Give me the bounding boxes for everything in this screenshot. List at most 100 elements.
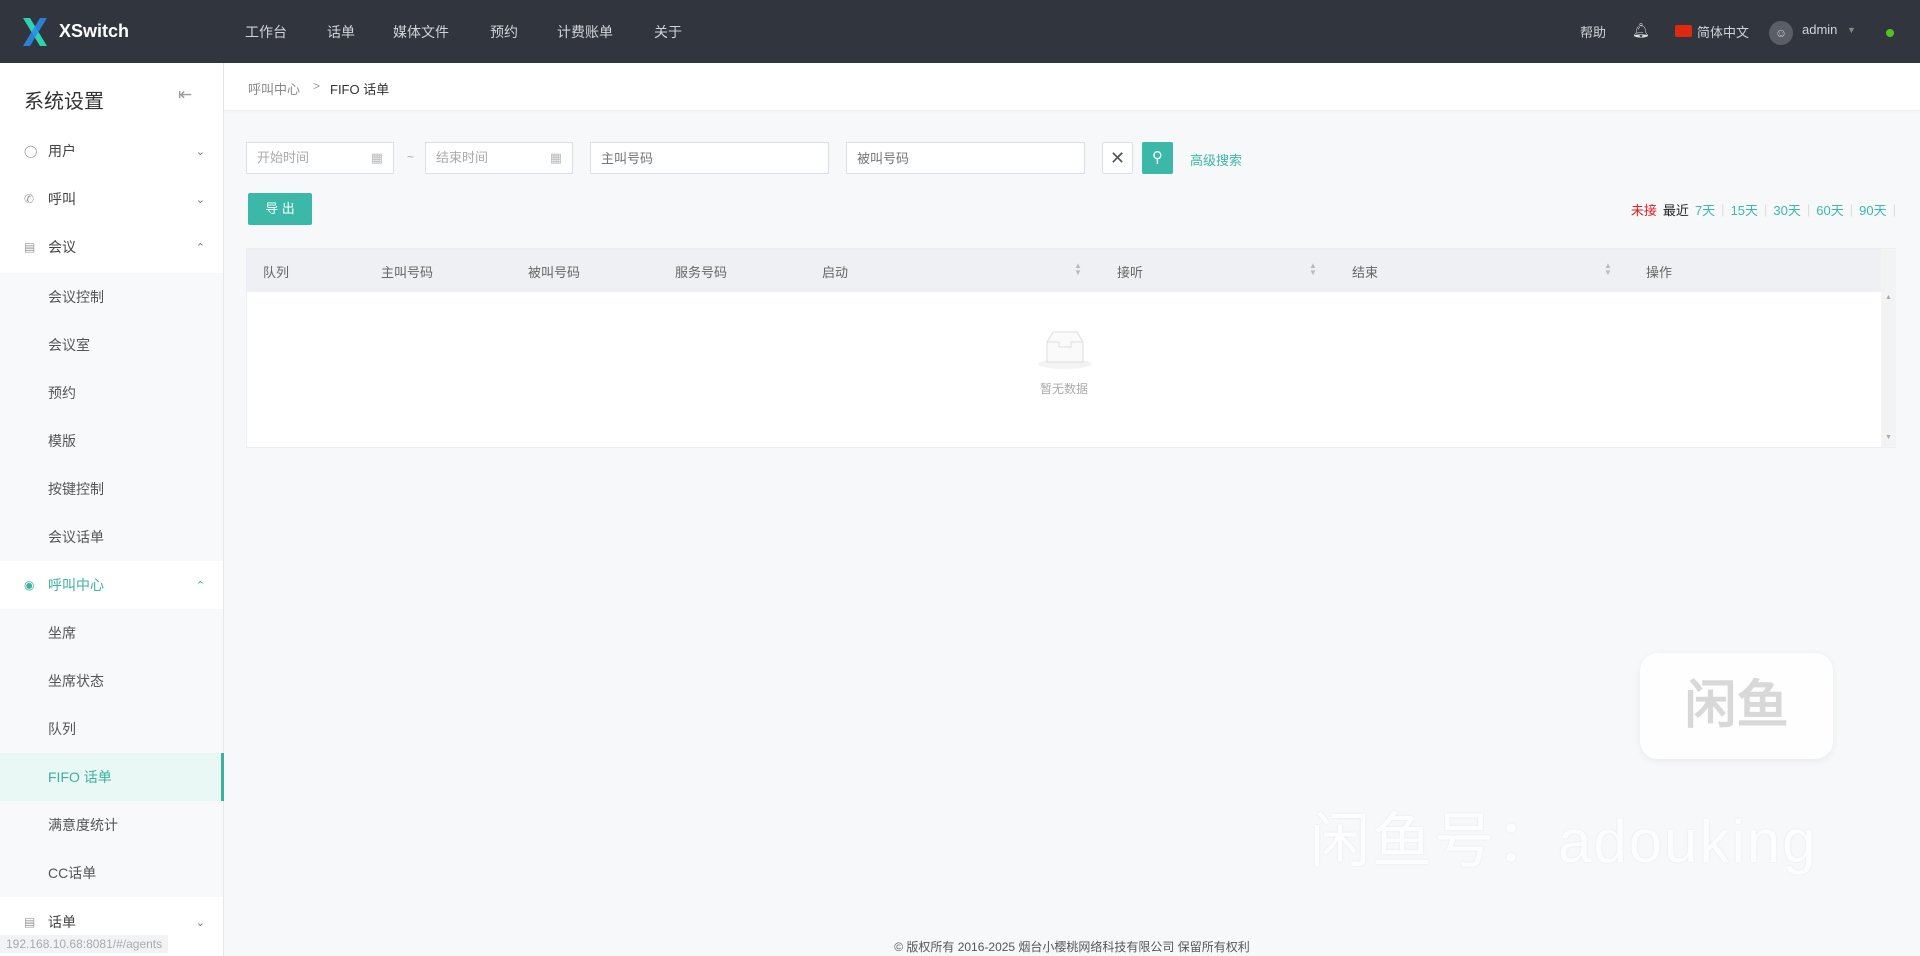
sidebar: 系统设置 ⇤ ◯ 用户 ⌄ ✆ 呼叫 ⌄ ▤ 会议 ⌃ 会议控制 会议室 预约 模版 按键控…: [0, 63, 224, 956]
caret-down-icon[interactable]: ▼: [1847, 25, 1856, 35]
advanced-search-link[interactable]: 高级搜索: [1190, 150, 1242, 169]
range-7-days[interactable]: 7天: [1695, 200, 1715, 219]
scroll-up-icon[interactable]: ▲: [1885, 294, 1892, 301]
sidebar-subitem[interactable]: 会议控制: [0, 273, 223, 321]
online-status-dot: [1886, 29, 1894, 37]
calendar-icon: ▦: [549, 150, 562, 165]
column-end: 结束: [1352, 265, 1379, 280]
sidebar-item-label: 话单: [48, 914, 76, 930]
sidebar-subitem[interactable]: 队列: [0, 705, 223, 753]
clear-button[interactable]: ✕: [1102, 142, 1133, 174]
search-button[interactable]: ⚲: [1142, 142, 1173, 174]
sidebar-item-call-center[interactable]: ◉ 呼叫中心 ⌃: [0, 561, 223, 609]
chevron-down-icon: ⌄: [195, 193, 205, 206]
sort-icon[interactable]: ▲ ▼: [1604, 262, 1612, 277]
chevron-up-icon: ⌃: [195, 579, 205, 592]
phone-icon: ✆: [24, 192, 35, 206]
column-answer: 接听: [1117, 265, 1144, 280]
sidebar-subitem-label: 按键控制: [48, 481, 104, 497]
end-time-input[interactable]: 结束时间 ▦: [425, 142, 573, 174]
sidebar-subitem[interactable]: 模版: [0, 417, 223, 465]
brand-name: XSwitch: [59, 21, 130, 41]
avatar[interactable]: ☺: [1769, 21, 1793, 45]
range-15-days[interactable]: 15天: [1731, 200, 1758, 219]
sidebar-subitem-label: CC话单: [48, 865, 97, 881]
sidebar-subitem[interactable]: 会议室: [0, 321, 223, 369]
xswitch-logo-icon: [23, 18, 47, 46]
chevron-up-icon: ⌃: [195, 241, 205, 254]
column-actions: 操作: [1646, 265, 1673, 280]
close-icon: ✕: [1109, 148, 1126, 168]
sidebar-subitem[interactable]: 会议话单: [0, 513, 223, 561]
help-link[interactable]: 帮助: [1580, 22, 1606, 41]
recent-label: 最近: [1662, 203, 1689, 218]
top-header: XSwitch 工作台 话单 媒体文件 预约 计费账单 关于 帮助 🔔︎ 简体中…: [0, 0, 1920, 63]
collapse-menu-icon[interactable]: ⇤: [178, 85, 192, 105]
status-url: 192.168.10.68:8081/#/agents: [0, 935, 169, 953]
range-separator: ~: [407, 150, 415, 164]
sidebar-item-label: 呼叫: [48, 191, 76, 207]
nav-about[interactable]: 关于: [654, 22, 682, 42]
range-90-days[interactable]: 90天: [1859, 200, 1886, 219]
sidebar-item-label: 用户: [48, 143, 76, 159]
footer-copyright: © 版权所有 2016-2025 烟台小樱桃网络科技有限公司 保留所有权利: [894, 940, 1250, 954]
sidebar-item-user[interactable]: ◯ 用户 ⌄: [0, 127, 223, 175]
missed-filter[interactable]: 未接: [1631, 200, 1657, 219]
sidebar-item-label: 呼叫中心: [48, 577, 104, 593]
nav-workbench[interactable]: 工作台: [245, 22, 287, 42]
sidebar-item-conference[interactable]: ▤ 会议 ⌃: [0, 223, 223, 271]
user-menu[interactable]: admin: [1802, 22, 1837, 37]
sort-icon[interactable]: ▲ ▼: [1074, 262, 1082, 277]
nav-booking[interactable]: 预约: [490, 22, 518, 42]
nav-billing[interactable]: 计费账单: [557, 22, 613, 42]
callee-number-input[interactable]: [846, 142, 1085, 174]
table-scrollbar[interactable]: ▲ ▼: [1881, 249, 1896, 447]
sidebar-item-call[interactable]: ✆ 呼叫 ⌄: [0, 175, 223, 223]
sidebar-subitem[interactable]: 坐席状态: [0, 657, 223, 705]
table-header: [247, 249, 1881, 292]
sort-icon[interactable]: ▲ ▼: [1309, 262, 1317, 277]
calendar-icon: ▦: [370, 150, 383, 165]
sidebar-subitem-label: 坐席状态: [48, 673, 104, 689]
scroll-down-icon[interactable]: ▼: [1885, 434, 1892, 441]
cdr-icon: ▤: [24, 915, 36, 929]
bell-icon[interactable]: 🔔︎: [1632, 22, 1650, 39]
empty-state: 暂无数据: [247, 292, 1881, 447]
chevron-down-icon: ⌄: [195, 916, 205, 929]
sidebar-subitem[interactable]: 坐席: [0, 609, 223, 657]
sidebar-subitem-label: 模版: [48, 433, 76, 449]
export-button[interactable]: 导 出: [248, 193, 312, 225]
sidebar-subitem-label: 会议控制: [48, 289, 104, 305]
range-60-days[interactable]: 60天: [1816, 200, 1843, 219]
caller-number-input[interactable]: [590, 142, 829, 174]
sidebar-subitem-label: FIFO 话单: [48, 769, 112, 785]
column-caller: 主叫号码: [381, 265, 434, 280]
watermark-text: 闲鱼号：adouking: [1310, 808, 1818, 875]
date-range-quick-filter: 未接 最近 7天 | 15天 | 30天 | 60天 | 90天 |: [1630, 200, 1896, 219]
empty-inbox-icon: [1038, 331, 1092, 369]
range-30-days[interactable]: 30天: [1773, 200, 1800, 219]
call-center-icon: ◉: [24, 578, 35, 592]
language-selector[interactable]: 简体中文: [1697, 22, 1749, 41]
sidebar-subitem[interactable]: 按键控制: [0, 465, 223, 513]
column-queue: 队列: [263, 265, 290, 280]
chevron-down-icon: ⌄: [195, 145, 205, 158]
sidebar-subitem-label: 会议话单: [48, 529, 104, 545]
breadcrumb: 呼叫中心 > FIFO 话单: [224, 63, 1920, 110]
sidebar-subitem[interactable]: 满意度统计: [0, 801, 223, 849]
sidebar-title: 系统设置: [24, 91, 104, 113]
nav-media[interactable]: 媒体文件: [393, 22, 449, 42]
user-icon: ◯: [24, 144, 38, 158]
sidebar-subitem-label: 预约: [48, 385, 76, 401]
sidebar-subitem-label: 会议室: [48, 337, 90, 353]
breadcrumb-parent[interactable]: 呼叫中心: [248, 79, 300, 98]
end-time-placeholder: 结束时间: [436, 150, 489, 165]
column-service-number: 服务号码: [675, 265, 728, 280]
sidebar-subitem[interactable]: CC话单: [0, 849, 223, 897]
sidebar-subitem-fifo-cdr[interactable]: FIFO 话单: [0, 753, 224, 801]
start-time-input[interactable]: 开始时间 ▦: [246, 142, 394, 174]
breadcrumb-current: FIFO 话单: [330, 82, 390, 97]
sidebar-subitem[interactable]: 预约: [0, 369, 223, 417]
empty-text: 暂无数据: [1039, 382, 1088, 396]
nav-cdr[interactable]: 话单: [327, 22, 355, 42]
